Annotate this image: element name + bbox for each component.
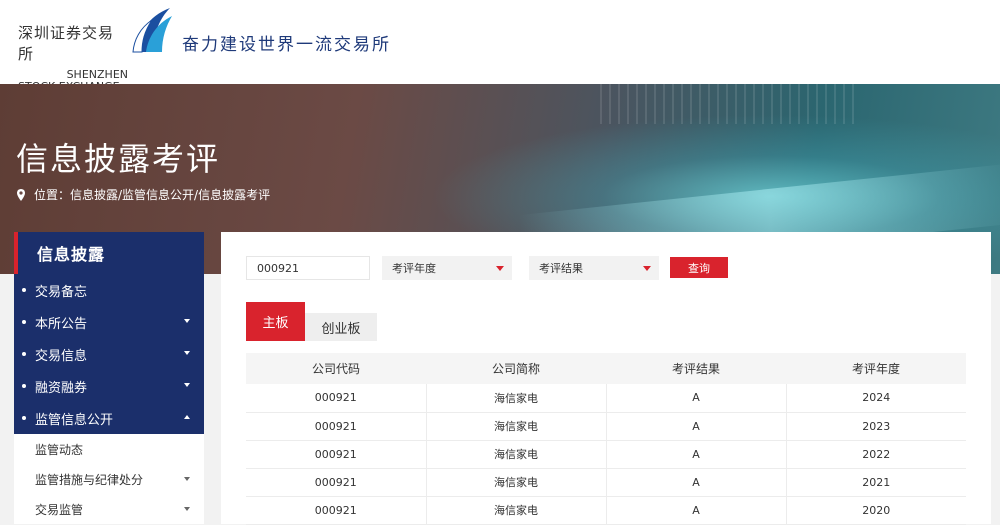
dropdown-arrow-icon [643,266,651,271]
sidebar-subitem-regulatory-news[interactable]: 监管动态 [14,434,204,464]
table-header-row: 公司代码 公司简称 考评结果 考评年度 [246,353,966,384]
cell-result: A [606,468,787,497]
cell-result: A [606,412,787,441]
column-header-result: 考评结果 [606,353,786,384]
chevron-down-icon [184,477,190,481]
bullet-icon [22,352,26,356]
sidebar-subitem-measures-and-sanctions[interactable]: 监管措施与纪律处分 [14,464,204,494]
column-header-company-name: 公司简称 [426,353,606,384]
chevron-down-icon [184,383,190,387]
tab-chinext[interactable]: 创业板 [305,313,377,341]
cell-result: A [606,440,787,469]
sidebar-item-label: 融资融券 [35,380,88,396]
logo-chinese-name: 深圳证券交易所 [18,24,115,63]
bullet-icon [22,384,26,388]
cell-year: 2020 [786,496,966,525]
cell-company-code: 000921 [246,468,427,497]
cell-year: 2022 [786,440,966,469]
cell-result: A [606,384,787,413]
bullet-icon [22,416,26,420]
query-button[interactable]: 查询 [670,257,728,278]
sidebar-item-regulatory-disclosure[interactable]: 监管信息公开 [14,402,204,434]
column-header-year: 考评年度 [786,353,966,384]
bullet-icon [22,288,26,292]
cell-year: 2023 [786,412,966,441]
sidebar-item-label: 交易备忘 [35,284,88,300]
cell-company-name: 海信家电 [426,468,607,497]
page-title: 信息披露考评 [16,140,221,178]
cell-result: A [606,496,787,525]
cell-company-code: 000921 [246,496,427,525]
chevron-down-icon [184,507,190,511]
sidebar-heading: 信息披露 [14,232,204,274]
tab-main-board[interactable]: 主板 [246,302,305,341]
evaluation-year-select[interactable]: 考评年度 [382,256,512,280]
sidebar: 信息披露 交易备忘 本所公告 交易信息 融资融券 监管信息公开 监管动态 监管措… [14,232,204,524]
szse-logo-mark-icon [132,8,172,53]
sidebar-menu: 交易备忘 本所公告 交易信息 融资融券 监管信息公开 [14,274,204,434]
sidebar-item-announcements[interactable]: 本所公告 [14,306,204,338]
table-row: 000921 海信家电 A 2021 [246,468,966,497]
location-pin-icon [17,188,25,201]
evaluation-result-select[interactable]: 考评结果 [529,256,659,280]
slogan: 奋力建设世界一流交易所 [182,35,391,55]
chevron-down-icon [184,319,190,323]
table-row: 000921 海信家电 A 2024 [246,384,966,413]
sidebar-subitem-label: 监管动态 [35,442,84,457]
banner-data-bars [600,84,860,124]
main-panel: 考评年度 考评结果 查询 主板 创业板 公司代码 公司简称 考评结果 考评年度 … [221,232,991,525]
cell-company-code: 000921 [246,440,427,469]
sidebar-item-label: 监管信息公开 [35,412,114,428]
column-header-company-code: 公司代码 [246,353,426,384]
site-header: 深圳证券交易所 SHENZHEN STOCK EXCHANGE 奋力建设世界一流… [0,0,1000,93]
sidebar-item-label: 交易信息 [35,348,88,364]
company-code-input[interactable] [246,256,370,280]
table-row: 000921 海信家电 A 2023 [246,412,966,441]
cell-company-name: 海信家电 [426,496,607,525]
breadcrumb: 位置：信息披露/监管信息公开/信息披露考评 [14,186,270,203]
table-row: 000921 海信家电 A 2020 [246,496,966,525]
sidebar-item-margin-trading[interactable]: 融资融券 [14,370,204,402]
sidebar-item-label: 本所公告 [35,316,88,332]
board-tabs: 主板 创业板 [246,302,377,341]
evaluation-table: 公司代码 公司简称 考评结果 考评年度 000921 海信家电 A 2024 0… [246,353,966,525]
select-value: 考评结果 [539,262,583,275]
logo[interactable]: 深圳证券交易所 SHENZHEN STOCK EXCHANGE [18,22,128,93]
sidebar-subitem-label: 交易监管 [35,502,84,517]
chevron-up-icon [184,415,190,419]
cell-year: 2024 [786,384,966,413]
cell-year: 2021 [786,468,966,497]
cell-company-code: 000921 [246,384,427,413]
select-value: 考评年度 [392,262,436,275]
sidebar-item-trading-info[interactable]: 交易信息 [14,338,204,370]
sidebar-subitem-trading-supervision[interactable]: 交易监管 [14,494,204,524]
cell-company-code: 000921 [246,412,427,441]
cell-company-name: 海信家电 [426,440,607,469]
bullet-icon [22,320,26,324]
sidebar-subitem-label: 监管措施与纪律处分 [35,472,144,487]
sidebar-item-trading-memo[interactable]: 交易备忘 [14,274,204,306]
dropdown-arrow-icon [496,266,504,271]
cell-company-name: 海信家电 [426,412,607,441]
breadcrumb-text[interactable]: 位置：信息披露/监管信息公开/信息披露考评 [34,186,270,203]
table-row: 000921 海信家电 A 2022 [246,440,966,469]
chevron-down-icon [184,351,190,355]
cell-company-name: 海信家电 [426,384,607,413]
